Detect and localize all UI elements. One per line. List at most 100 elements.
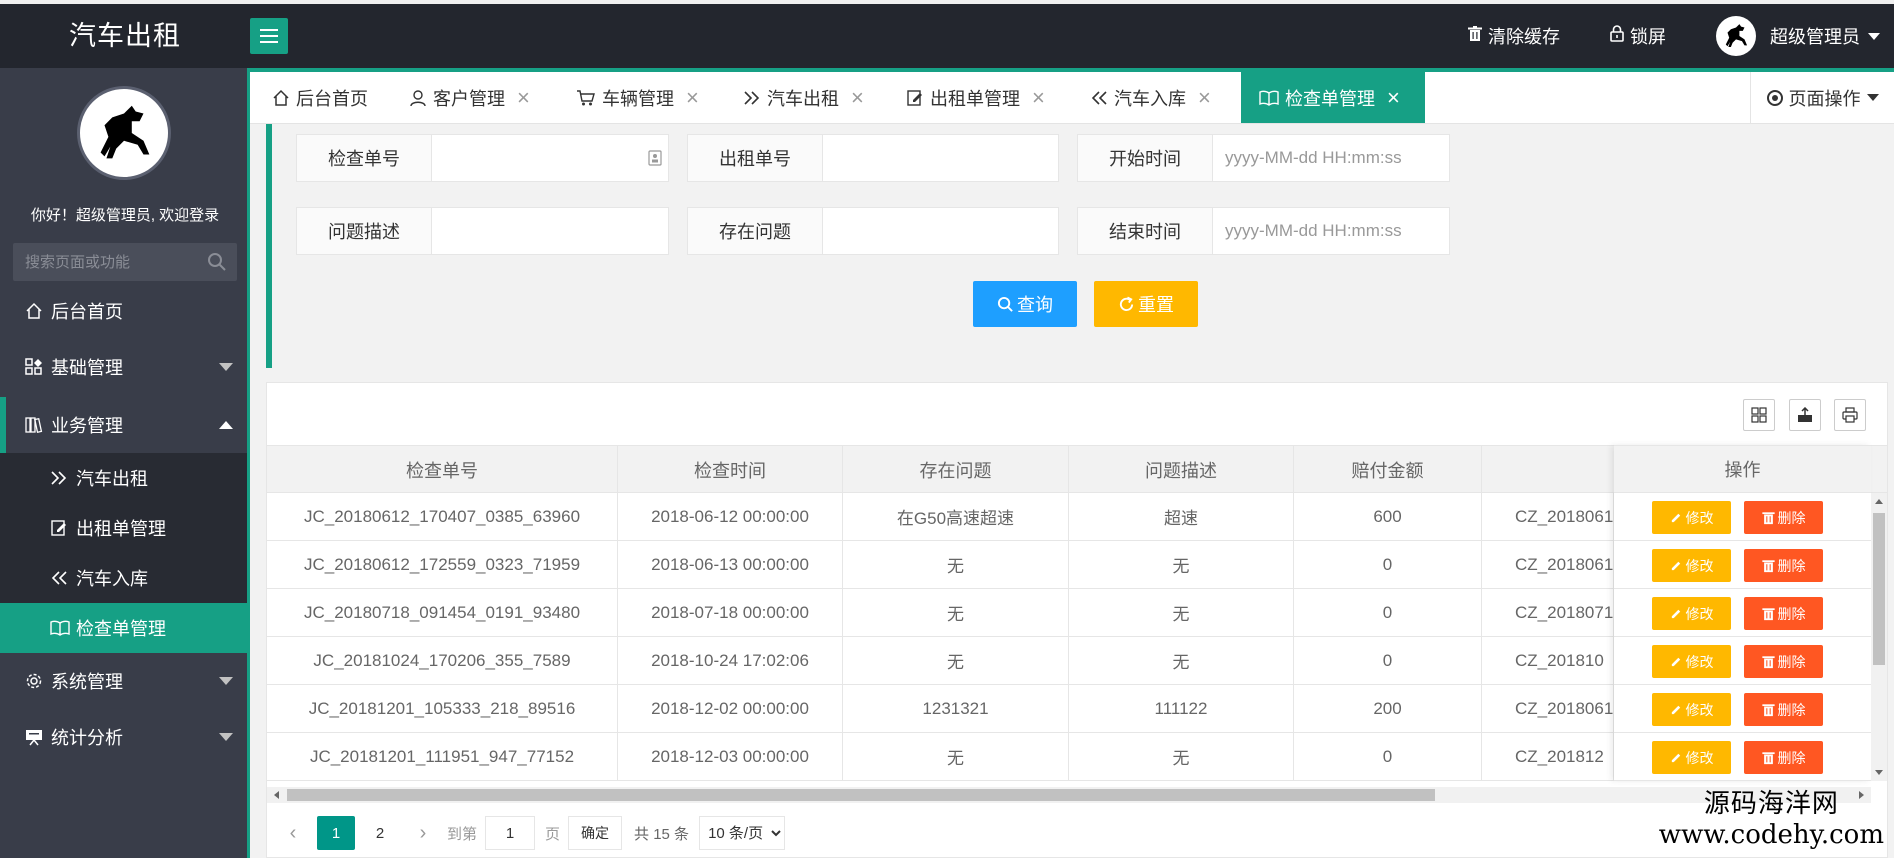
goto-confirm-button[interactable]: 确定: [568, 816, 623, 850]
horizontal-scroll-thumb[interactable]: [287, 789, 1435, 801]
sidebar: 你好！超级管理员, 欢迎登录 后台首页 基础管理 业务管理 汽车出租: [0, 68, 250, 858]
desc-input[interactable]: [432, 208, 668, 254]
vertical-scroll-thumb[interactable]: [1873, 513, 1885, 665]
next-page-icon[interactable]: ›: [413, 822, 433, 845]
delete-label: 删除: [1777, 605, 1806, 622]
sidebar-search[interactable]: [13, 243, 237, 281]
sidebar-subitem-rent-orders[interactable]: 出租单管理: [6, 503, 247, 553]
sidebar-search-input[interactable]: [13, 243, 193, 281]
edit-button[interactable]: 修改: [1652, 741, 1731, 774]
delete-button[interactable]: 删除: [1744, 597, 1823, 630]
delete-label: 删除: [1777, 509, 1806, 526]
query-button[interactable]: 查询: [973, 281, 1077, 327]
delete-button[interactable]: 删除: [1744, 549, 1823, 582]
clear-cache-button[interactable]: 清除缓存: [1468, 23, 1560, 49]
sidebar-item-label: 系统管理: [51, 672, 123, 692]
close-icon[interactable]: ×: [517, 85, 530, 111]
close-icon[interactable]: ×: [686, 85, 699, 111]
close-icon[interactable]: ×: [851, 85, 864, 111]
column-header-problem[interactable]: 存在问题: [843, 446, 1069, 493]
delete-button[interactable]: 删除: [1744, 501, 1823, 534]
edit-button[interactable]: 修改: [1652, 549, 1731, 582]
scroll-left-icon[interactable]: [274, 791, 279, 799]
tab-check-orders[interactable]: 检查单管理 ×: [1241, 72, 1425, 123]
tab-home[interactable]: 后台首页: [272, 72, 368, 123]
sidebar-subitem-label: 汽车出租: [76, 469, 148, 489]
tab-bar: 后台首页 客户管理 × 车辆管理 × 汽车出租 × 出租单管理 × 汽车入库 ×: [250, 68, 1894, 124]
sidebar-item-home[interactable]: 后台首页: [0, 283, 247, 339]
prev-page-icon[interactable]: ‹: [283, 822, 303, 845]
export-button[interactable]: [1789, 399, 1821, 431]
query-label: 查询: [1017, 295, 1053, 315]
column-header-check-time[interactable]: 检查时间: [618, 446, 843, 493]
operations-row: 修改 删除: [1614, 637, 1871, 685]
column-header-amount[interactable]: 赔付金额: [1294, 446, 1482, 493]
cell-time: 2018-06-12 00:00:00: [618, 493, 843, 540]
delete-button[interactable]: 删除: [1744, 645, 1823, 678]
edit-button[interactable]: 修改: [1652, 501, 1731, 534]
chevron-up-icon: [219, 421, 233, 429]
tab-customers[interactable]: 客户管理 ×: [409, 72, 530, 123]
lock-screen-button[interactable]: 锁屏: [1610, 23, 1666, 49]
vertical-scrollbar[interactable]: [1871, 493, 1887, 781]
sidebar-item-system[interactable]: 系统管理: [0, 653, 247, 709]
search-icon[interactable]: [207, 252, 227, 277]
scroll-up-icon[interactable]: [1875, 499, 1883, 504]
tab-car-rent[interactable]: 汽车出租 ×: [743, 72, 864, 123]
close-icon[interactable]: ×: [1387, 85, 1400, 111]
columns-filter-button[interactable]: [1743, 399, 1775, 431]
page-size-select[interactable]: 10 条/页: [699, 816, 786, 850]
close-icon[interactable]: ×: [1032, 85, 1045, 111]
tab-label: 汽车入库: [1114, 88, 1186, 109]
welcome-text: 你好！超级管理员, 欢迎登录: [30, 207, 220, 224]
sidebar-subitem-car-return[interactable]: 汽车入库: [6, 553, 247, 603]
sidebar-subitem-check-orders[interactable]: 检查单管理: [0, 603, 247, 653]
sidebar-item-business[interactable]: 业务管理: [0, 397, 247, 453]
cell-time: 2018-10-24 17:02:06: [618, 637, 843, 684]
goto-page-input[interactable]: [485, 816, 536, 850]
chevron-down-icon: [1866, 94, 1879, 101]
tab-rent-orders[interactable]: 出租单管理 ×: [906, 72, 1045, 123]
lock-screen-label: 锁屏: [1630, 27, 1666, 47]
column-header-check-no[interactable]: 检查单号: [267, 446, 618, 493]
column-header-description[interactable]: 问题描述: [1069, 446, 1294, 493]
scroll-down-icon[interactable]: [1875, 770, 1883, 775]
print-button[interactable]: [1834, 399, 1866, 431]
horizontal-scrollbar[interactable]: [267, 787, 1871, 803]
sidebar-item-basic[interactable]: 基础管理: [0, 339, 247, 395]
hamburger-icon: [260, 29, 278, 31]
cell-rent-no: CZ_2018061: [1482, 541, 1614, 588]
page-operations-menu[interactable]: 页面操作: [1750, 72, 1894, 123]
user-menu[interactable]: 超级管理员: [1716, 16, 1880, 56]
page-2-button[interactable]: 2: [361, 816, 399, 850]
sidebar-subitem-car-rent[interactable]: 汽车出租: [6, 453, 247, 503]
close-icon[interactable]: ×: [1198, 85, 1211, 111]
rent-no-input[interactable]: [823, 135, 1058, 181]
end-time-input[interactable]: [1213, 208, 1449, 254]
page-1-button[interactable]: 1: [317, 816, 355, 850]
delete-button[interactable]: 删除: [1744, 741, 1823, 774]
column-header-rent-no[interactable]: [1482, 446, 1614, 493]
delete-button[interactable]: 删除: [1744, 693, 1823, 726]
sidebar-item-stats[interactable]: 统计分析: [0, 709, 247, 765]
pagination: ‹ 1 2 › 到第 页 确定 共 15 条 10 条/页: [267, 815, 1871, 851]
edit-button[interactable]: 修改: [1652, 597, 1731, 630]
start-time-input[interactable]: [1213, 135, 1449, 181]
filter-form: 检查单号 出租单号 开始时间 问题描述 存在问题 结束时间: [266, 124, 1888, 368]
clear-cache-label: 清除缓存: [1488, 27, 1560, 47]
reset-label: 重置: [1138, 295, 1174, 315]
edit-button[interactable]: 修改: [1652, 645, 1731, 678]
cell-desc: 无: [1069, 637, 1294, 684]
problem-field-group: 存在问题: [687, 207, 1059, 255]
cell-rent-no: CZ_2018061: [1482, 685, 1614, 732]
problem-input[interactable]: [823, 208, 1058, 254]
menu-toggle-button[interactable]: [250, 18, 288, 54]
reset-button[interactable]: 重置: [1094, 281, 1198, 327]
tab-vehicles[interactable]: 车辆管理 ×: [576, 72, 699, 123]
desc-field-group: 问题描述: [296, 207, 669, 255]
book-icon: [25, 416, 47, 434]
tab-car-return[interactable]: 汽车入库 ×: [1090, 72, 1211, 123]
rent-no-input-wrap: [823, 134, 1059, 182]
check-no-input[interactable]: [432, 135, 668, 181]
edit-button[interactable]: 修改: [1652, 693, 1731, 726]
